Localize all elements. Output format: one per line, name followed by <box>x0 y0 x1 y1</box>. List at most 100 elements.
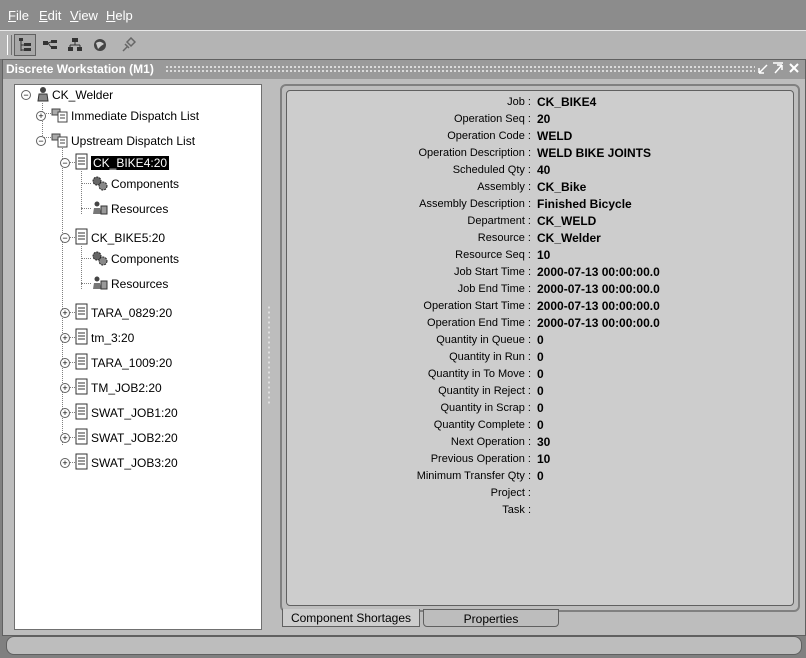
tab-component-shortages[interactable]: Component Shortages <box>282 609 420 627</box>
tree-item-resources[interactable]: Resources <box>91 200 168 218</box>
hierarchy-icon[interactable] <box>64 34 86 56</box>
property-label: Scheduled Qty : <box>452 164 531 176</box>
property-value: 2000-07-13 00:00:00.0 <box>537 299 660 313</box>
dispatch-list-icon <box>51 107 69 126</box>
gears-icon <box>91 175 109 194</box>
collapse-toggle-icon[interactable]: − <box>21 90 31 100</box>
dispatch-list-icon[interactable] <box>39 34 61 56</box>
tree-item-job[interactable]: + SWAT_JOB3:20 <box>60 453 178 474</box>
collapse-toggle-icon[interactable]: − <box>60 233 70 243</box>
job-document-icon <box>75 428 89 449</box>
tree-connector <box>81 208 91 209</box>
expand-toggle-icon[interactable]: + <box>60 333 70 343</box>
property-label: Task : <box>502 504 531 516</box>
property-row: Quantity in To Move : 0 <box>287 366 793 383</box>
job-document-icon <box>75 453 89 474</box>
tree-item-components[interactable]: Components <box>91 175 179 193</box>
maximize-icon[interactable] <box>772 61 784 79</box>
tree-item-label: TARA_1009:20 <box>91 356 173 370</box>
property-value: 2000-07-13 00:00:00.0 <box>537 282 660 296</box>
property-label: Job End Time : <box>457 283 531 295</box>
expand-toggle-icon[interactable]: + <box>60 383 70 393</box>
tree-item-job[interactable]: + SWAT_JOB2:20 <box>60 428 178 449</box>
resources-icon <box>91 275 109 294</box>
pane-splitter[interactable] <box>267 305 271 405</box>
minimize-icon[interactable] <box>757 61 769 79</box>
expand-toggle-icon[interactable]: + <box>60 358 70 368</box>
menu-help[interactable]: Help <box>106 8 133 23</box>
property-value: CK_WELD <box>537 214 597 228</box>
property-label: Department : <box>467 215 531 227</box>
close-icon[interactable] <box>788 61 800 79</box>
tree-item-job[interactable]: + SWAT_JOB1:20 <box>60 403 178 422</box>
expand-toggle-icon[interactable]: + <box>60 308 70 318</box>
property-label: Quantity in To Move : <box>427 368 531 380</box>
property-value: 2000-07-13 00:00:00.0 <box>537 265 660 279</box>
tree-item-label: Components <box>111 252 180 266</box>
property-label: Resource Seq : <box>455 249 531 261</box>
tree-item-upstream-dispatch[interactable]: − Upstream Dispatch List <box>36 132 195 150</box>
menu-edit[interactable]: Edit <box>39 8 61 23</box>
property-label: Job Start Time : <box>453 266 531 278</box>
tree-item-label: CK_Welder <box>52 88 114 102</box>
tree-item-job[interactable]: + TARA_0829:20 <box>60 303 173 322</box>
property-value: 10 <box>537 248 551 262</box>
toolbar-grip <box>7 35 12 55</box>
tree-item-label: Components <box>111 177 180 191</box>
property-row: Assembly : CK_Bike <box>287 179 793 196</box>
property-row: Operation End Time : 2000-07-13 00:00:00.… <box>287 315 793 332</box>
tree-item-immediate-dispatch[interactable]: + Immediate Dispatch List <box>36 107 199 126</box>
tree-item-job[interactable]: + tm_3:20 <box>60 328 135 347</box>
expand-toggle-icon[interactable]: + <box>60 433 70 443</box>
tab-properties[interactable]: Properties <box>423 609 559 627</box>
expand-toggle-icon[interactable]: + <box>60 408 70 418</box>
property-value: 30 <box>537 435 551 449</box>
properties-panel: Job : CK_BIKE4 Operation Seq :20 Operation … <box>280 84 800 612</box>
expand-toggle-icon[interactable]: + <box>60 458 70 468</box>
property-row: Quantity in Reject : 0 <box>287 383 793 400</box>
property-label: Operation End Time : <box>427 317 531 329</box>
expand-toggle-icon[interactable]: + <box>36 111 46 121</box>
tree-item-label: TARA_0829:20 <box>91 306 173 320</box>
property-label: Assembly Description : <box>419 198 531 210</box>
pin-icon[interactable] <box>117 34 139 56</box>
property-value: 0 <box>537 350 544 364</box>
tree-item-resources[interactable]: Resources <box>91 275 168 293</box>
property-value: 0 <box>537 333 544 347</box>
property-label: Project : <box>490 487 531 499</box>
tree-item-label: tm_3:20 <box>91 331 135 345</box>
status-bar <box>6 636 802 655</box>
dispatch-tree[interactable]: − CK_Welder + Immediate Dispatch List − Upstr… <box>14 84 262 630</box>
tree-item-root[interactable]: − CK_Welder <box>21 86 114 104</box>
gears-icon <box>91 250 109 269</box>
property-row: Project : <box>287 485 793 502</box>
property-value: Finished Bicycle <box>537 197 632 211</box>
tree-item-components[interactable]: Components <box>91 250 179 268</box>
tree-item-job[interactable]: − CK_BIKE5:20 <box>60 228 165 247</box>
property-value: 0 <box>537 418 544 432</box>
resources-icon <box>91 200 109 219</box>
collapse-toggle-icon[interactable]: − <box>36 136 46 146</box>
globe-icon[interactable] <box>89 34 111 56</box>
menu-file[interactable]: File <box>8 8 29 23</box>
property-row: Assembly Description : Finished Bicycle <box>287 196 793 213</box>
tree-view-icon[interactable] <box>14 34 36 56</box>
property-row: Quantity Complete : 0 <box>287 417 793 434</box>
property-value: 40 <box>537 163 551 177</box>
property-label: Assembly : <box>477 181 531 193</box>
property-value: 20 <box>537 112 551 126</box>
tree-item-job[interactable]: − CK_BIKE4:20 <box>60 153 170 172</box>
toolbar <box>0 30 806 60</box>
tree-item-label: CK_BIKE4:20 <box>91 156 170 170</box>
tree-item-job[interactable]: + TM_JOB2:20 <box>60 378 162 397</box>
collapse-toggle-icon[interactable]: − <box>60 158 70 168</box>
property-row: Minimum Transfer Qty : 0 <box>287 468 793 485</box>
property-value: 0 <box>537 469 544 483</box>
menu-view[interactable]: View <box>70 8 98 23</box>
property-row: Resource : CK_Welder <box>287 230 793 247</box>
tree-item-label: Resources <box>111 202 169 216</box>
tree-item-job[interactable]: + TARA_1009:20 <box>60 353 173 372</box>
menu-bar: File Edit View Help <box>0 0 806 30</box>
property-label: Quantity in Queue : <box>436 334 531 346</box>
property-value: WELD BIKE JOINTS <box>537 146 652 160</box>
